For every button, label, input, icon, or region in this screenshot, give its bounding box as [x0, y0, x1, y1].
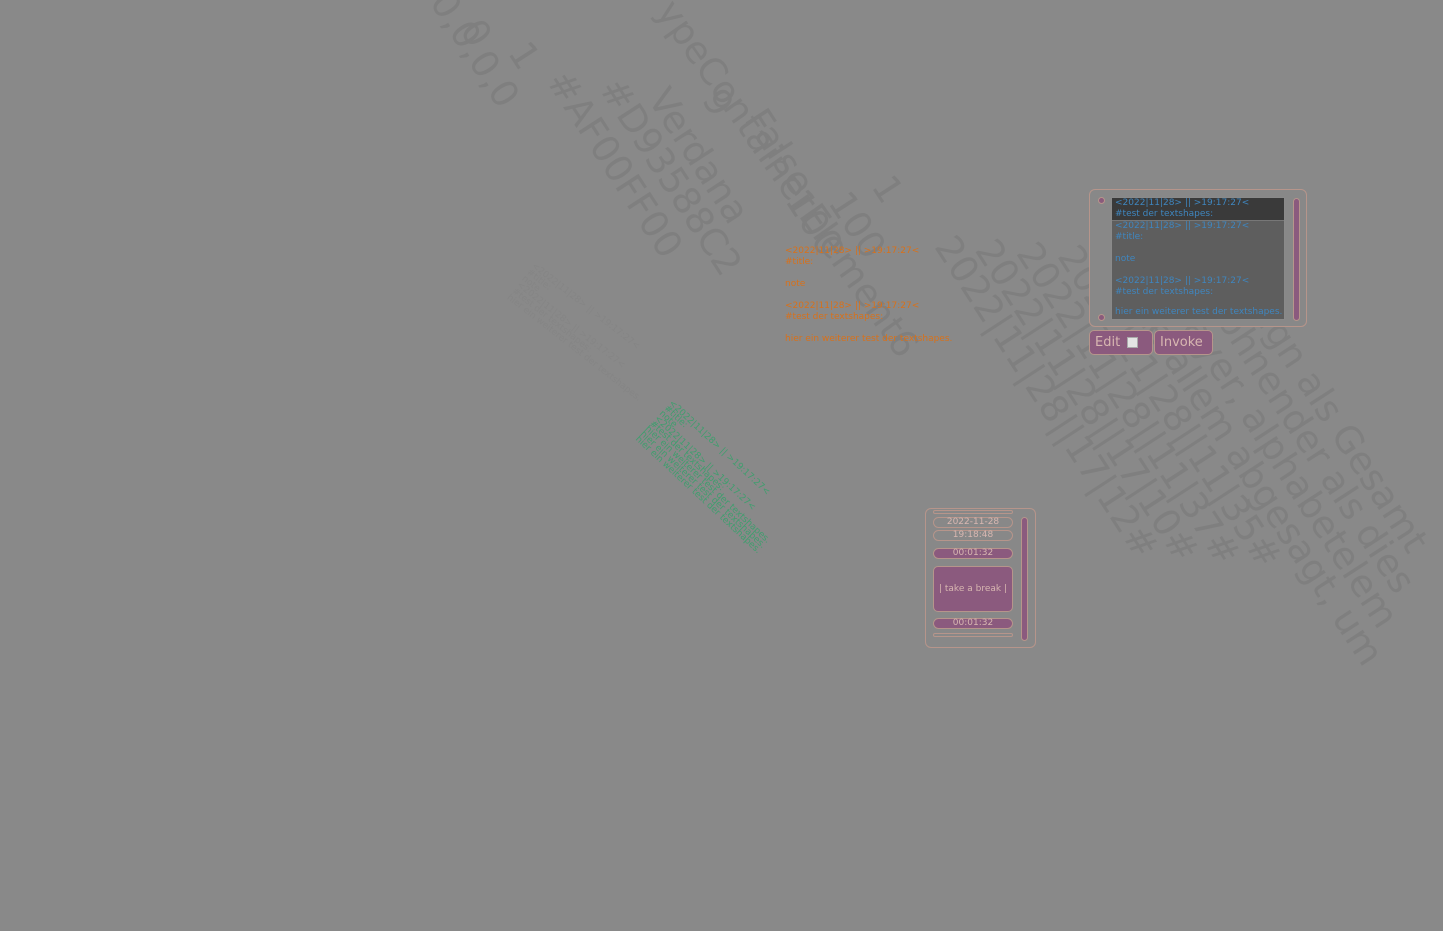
list-item[interactable]: note — [1112, 254, 1284, 265]
list-item[interactable]: hier ein weiterer test der textshapes. — [1112, 307, 1284, 318]
canvas-background: 0,0,0,0 0 1 #AF00FF00 #D93588C2 Verdana … — [0, 0, 1443, 931]
note-list-header-line: #test der textshapes: — [1115, 209, 1214, 219]
timer-panel: 2022-11-28 19:18:48 00:01:32 | take a br… — [925, 508, 1036, 648]
note-body: hier ein weiterer test der textshapes. — [785, 334, 953, 344]
edit-checkbox[interactable] — [1127, 337, 1138, 348]
note-scrollbar[interactable] — [1293, 198, 1300, 321]
date-display: 2022-11-28 — [933, 517, 1013, 528]
green-text-block: <2022|11|28> || >19:17:27< #title: note … — [633, 399, 795, 556]
note-title: #title: — [785, 257, 814, 267]
list-item[interactable]: <2022|11|28> || >19:17:27< — [1112, 276, 1284, 287]
list-item[interactable] — [1112, 243, 1284, 254]
list-item[interactable]: <2022|11|28> || >19:17:27< — [1112, 221, 1284, 232]
note-list-header-line: <2022|11|28> || >19:17:27< — [1115, 198, 1250, 208]
note-heading: #test der textshapes: — [785, 312, 884, 322]
edit-toggle-button[interactable]: Edit — [1089, 330, 1153, 355]
timer-bottom-bar — [933, 633, 1013, 637]
drag-handle-top[interactable] — [1098, 197, 1105, 204]
break-elapsed-display: 00:01:32 — [933, 618, 1013, 629]
elapsed-display: 00:01:32 — [933, 548, 1013, 559]
note-text-shape[interactable]: <2022|11|28> || >19:17:27< #title: note … — [785, 246, 952, 356]
drag-handle-bottom[interactable] — [1098, 314, 1105, 321]
note-list-selected-item[interactable]: <2022|11|28> || >19:17:27< #test der tex… — [1112, 198, 1284, 221]
list-item[interactable] — [1112, 265, 1284, 276]
bg-line: 1 — [863, 167, 912, 211]
note-container-panel: <2022|11|28> || >19:17:27< #test der tex… — [1089, 189, 1307, 327]
invoke-button[interactable]: Invoke — [1154, 330, 1213, 355]
timer-scrollbar[interactable] — [1021, 517, 1028, 641]
take-break-button[interactable]: | take a break | — [933, 566, 1013, 612]
note-list[interactable]: <2022|11|28> || >19:17:27< #test der tex… — [1111, 197, 1285, 320]
invoke-button-label: Invoke — [1160, 335, 1203, 350]
note-timestamp: <2022|11|28> || >19:17:27< — [785, 301, 920, 311]
list-item[interactable]: #test der textshapes: — [1112, 287, 1284, 298]
time-display: 19:18:48 — [933, 530, 1013, 541]
note-body: note — [785, 279, 806, 289]
timer-top-bar — [933, 510, 1013, 514]
note-timestamp: <2022|11|28> || >19:17:27< — [785, 246, 920, 256]
faint-text-block: <2022|11|28> || >19:17:27< #title: note … — [505, 261, 666, 403]
list-item[interactable]: #title: — [1112, 232, 1284, 243]
list-item[interactable] — [1112, 298, 1284, 307]
edit-button-label: Edit — [1095, 335, 1121, 350]
bg-line: 1 — [499, 33, 549, 78]
